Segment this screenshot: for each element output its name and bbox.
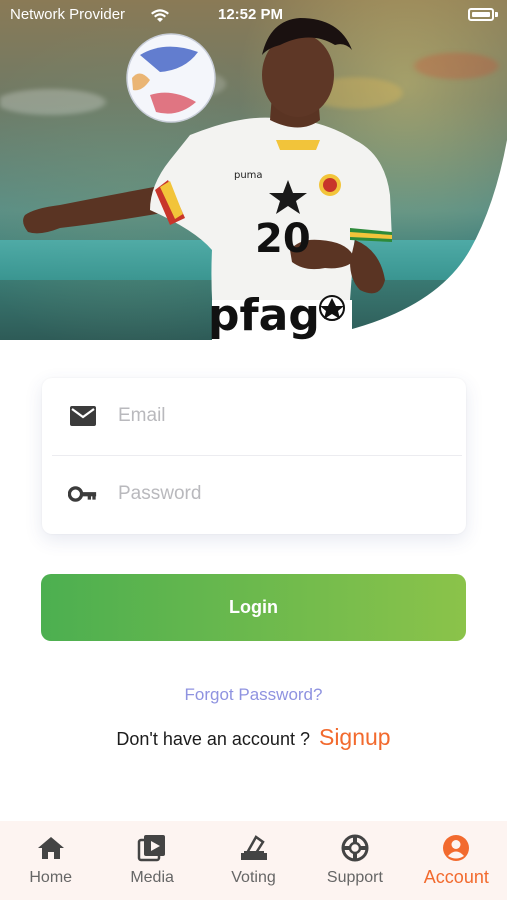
account-icon bbox=[441, 833, 471, 863]
email-row bbox=[42, 378, 466, 454]
tab-home[interactable]: Home bbox=[0, 821, 101, 900]
carrier-label: Network Provider bbox=[10, 6, 126, 23]
tab-home-label: Home bbox=[29, 869, 73, 886]
forgot-password-link[interactable]: Forgot Password? bbox=[0, 685, 507, 705]
brand-logo-text: pfag bbox=[208, 290, 320, 340]
key-icon bbox=[68, 482, 98, 506]
svg-text:puma: puma bbox=[234, 170, 263, 181]
tab-voting-label: Voting bbox=[231, 869, 276, 886]
support-icon bbox=[340, 833, 370, 863]
hero-banner: puma 20 pfag Network Provider 12:52 PM bbox=[0, 0, 507, 340]
football-image bbox=[126, 33, 216, 123]
battery-icon bbox=[468, 8, 494, 21]
tab-account-label: Account bbox=[423, 867, 489, 887]
tab-account[interactable]: Account bbox=[406, 821, 507, 900]
battery-tip bbox=[495, 12, 498, 17]
player-illustration: puma 20 pfag bbox=[0, 18, 507, 340]
password-row bbox=[42, 456, 466, 532]
email-field[interactable] bbox=[116, 395, 450, 437]
tab-voting[interactable]: Voting bbox=[203, 821, 304, 900]
clock: 12:52 PM bbox=[218, 6, 284, 23]
mail-icon bbox=[68, 404, 98, 428]
status-bar: Network Provider 12:52 PM bbox=[0, 0, 507, 30]
signup-link[interactable]: Signup bbox=[319, 724, 391, 750]
login-button[interactable]: Login bbox=[41, 574, 466, 641]
login-form bbox=[42, 378, 466, 534]
tab-media-label: Media bbox=[130, 869, 174, 886]
password-field[interactable] bbox=[116, 473, 450, 515]
tab-media[interactable]: Media bbox=[101, 821, 202, 900]
tab-support[interactable]: Support bbox=[304, 821, 405, 900]
tab-support-label: Support bbox=[326, 869, 383, 886]
media-icon bbox=[137, 833, 167, 863]
wifi-icon bbox=[151, 9, 169, 22]
signup-row: Don't have an account ? Signup bbox=[0, 724, 507, 751]
jersey-number: 20 bbox=[255, 216, 311, 262]
voting-icon bbox=[239, 833, 269, 863]
signup-prompt: Don't have an account ? bbox=[116, 729, 310, 749]
home-icon bbox=[36, 833, 66, 863]
bottom-tab-bar: Home Media Voting Support Account bbox=[0, 821, 507, 900]
